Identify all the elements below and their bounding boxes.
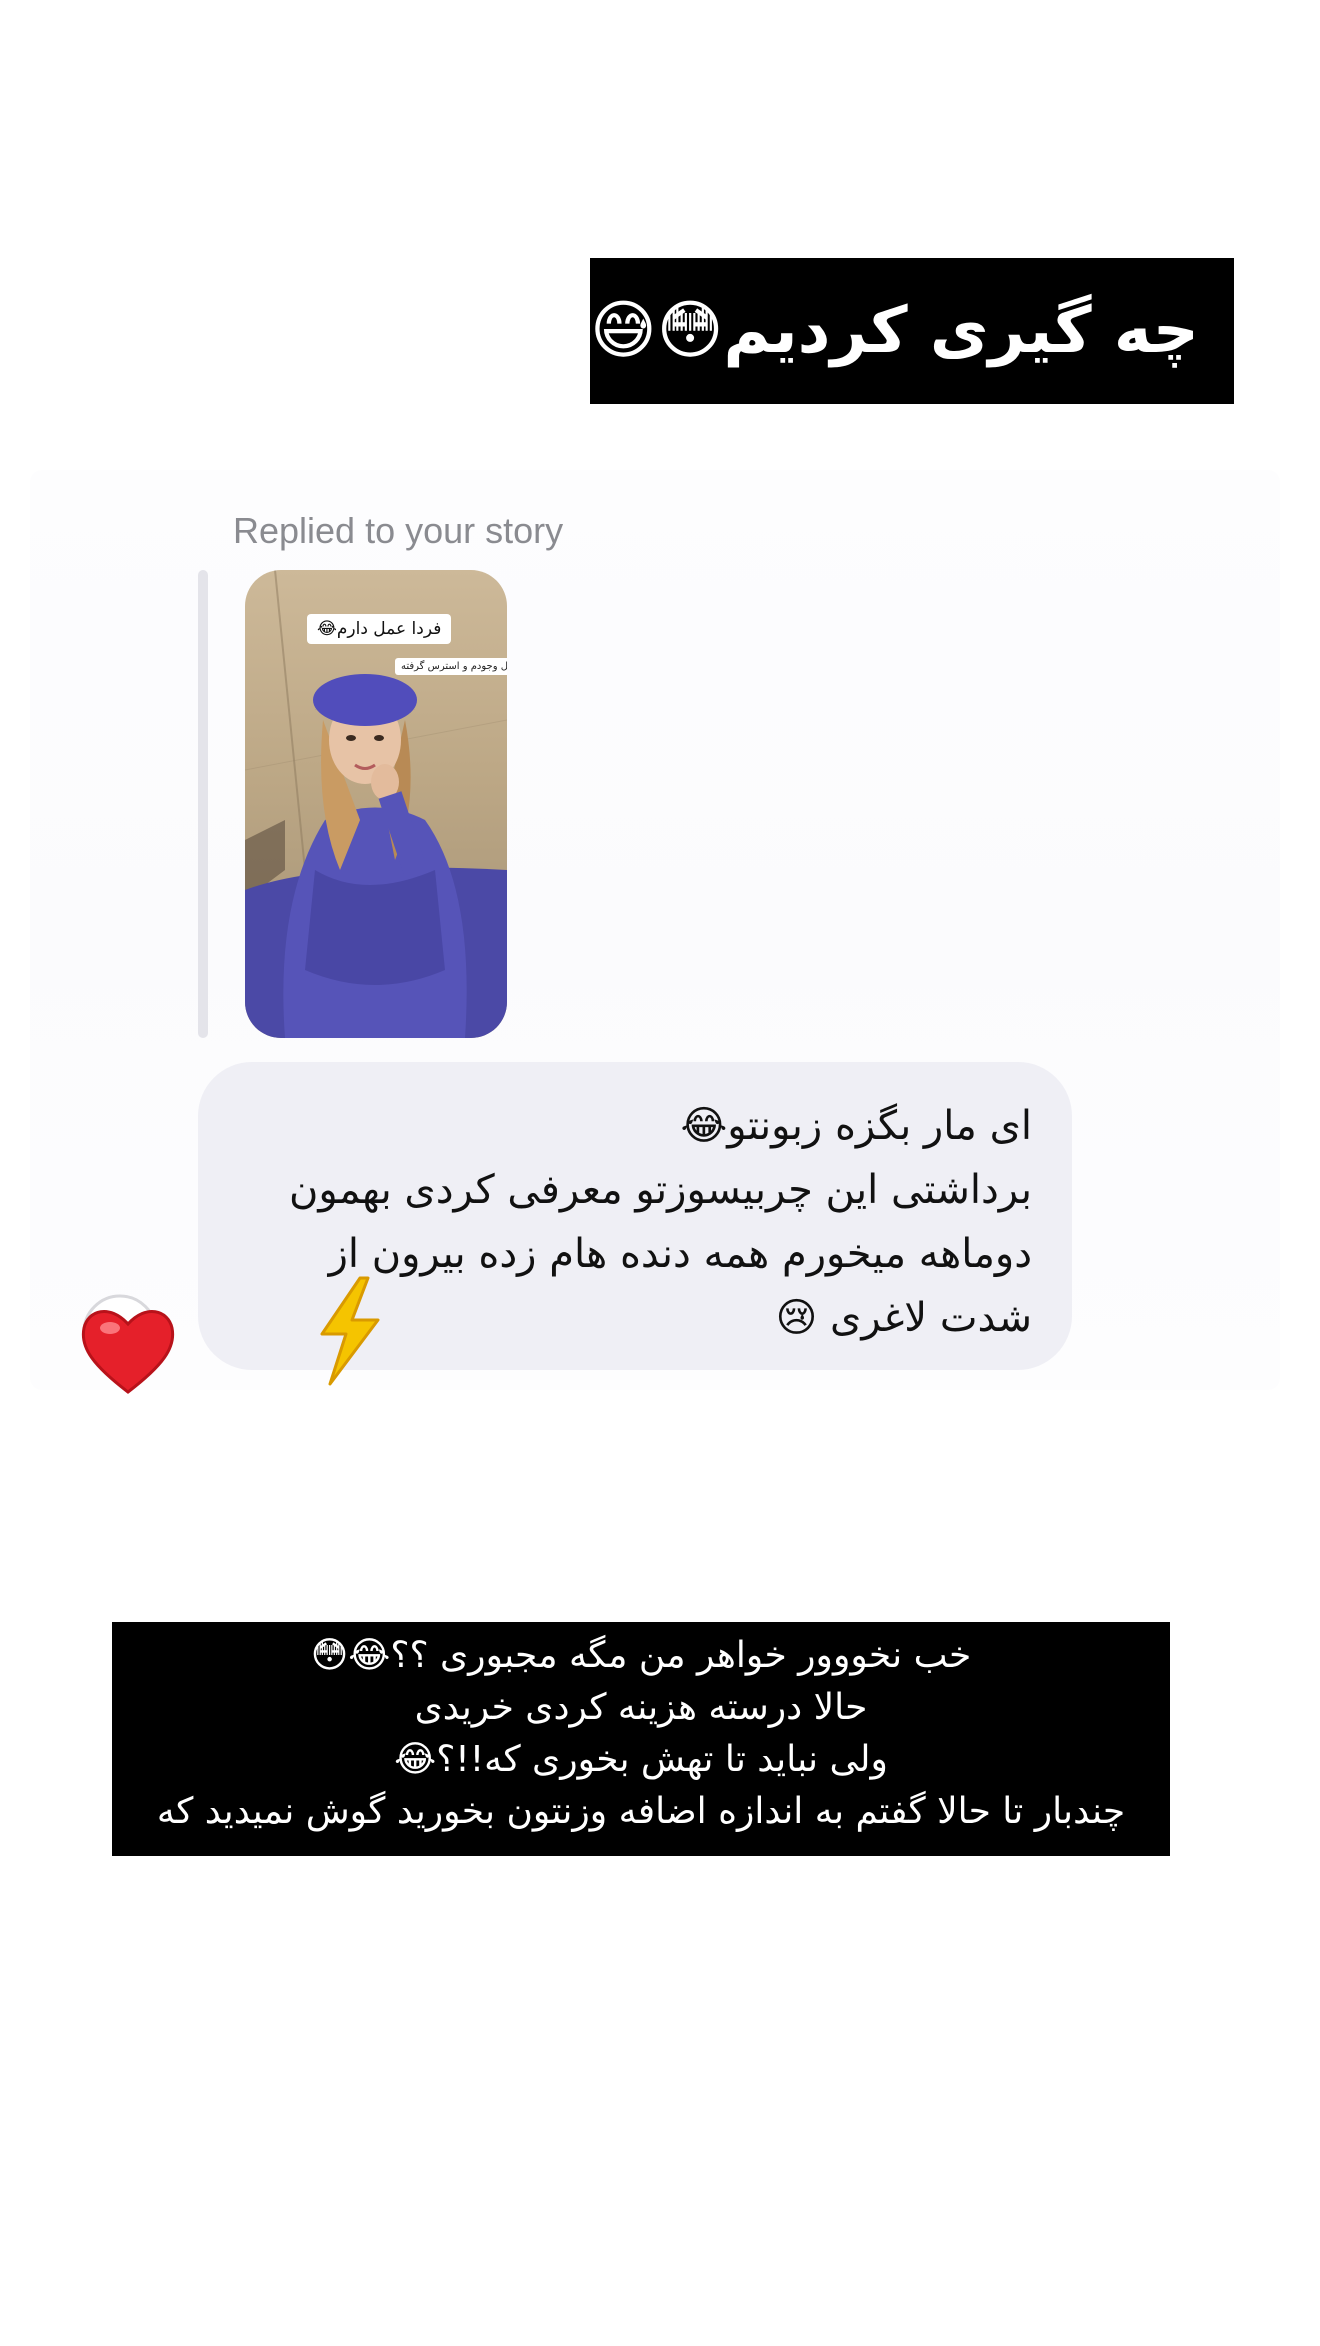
bottom-caption: خب نخووور خواهر من مگه مجبوری ؟؟😂😳 حالا …: [112, 1622, 1170, 1856]
top-caption: چه گیری کردیم😳😅: [590, 258, 1234, 404]
top-caption-text: چه گیری کردیم😳😅: [590, 294, 1199, 368]
lightning-icon: [320, 1276, 380, 1386]
bottom-caption-line: ولی نباید تا تهش بخوری که!!؟😂: [394, 1739, 888, 1780]
reply-header: Replied to your story: [233, 510, 564, 551]
message-line: برداشتی این چربیسوزتو معرفی کردی بهمون: [288, 1167, 1032, 1213]
story-sticker-small: کل وجودم و استرس گرفته: [395, 658, 507, 675]
bottom-caption-line: خب نخووور خواهر من مگه مجبوری ؟؟😂😳: [310, 1635, 972, 1676]
heart-icon[interactable]: [74, 1292, 182, 1400]
message-line: ای مار بگزه زبونتو😂: [680, 1103, 1032, 1149]
bottom-caption-line: چندبار تا حالا گفتم به اندازه اضافه وزنت…: [156, 1791, 1126, 1832]
bottom-caption-line: حالا درسته هزینه کردی خریدی: [414, 1687, 868, 1728]
reply-quote-bar: [198, 570, 208, 1038]
story-sticker-main: فردا عمل دارم😂: [307, 614, 452, 644]
story-thumbnail[interactable]: فردا عمل دارم😂 کل وجودم و استرس گرفته: [245, 570, 507, 1038]
